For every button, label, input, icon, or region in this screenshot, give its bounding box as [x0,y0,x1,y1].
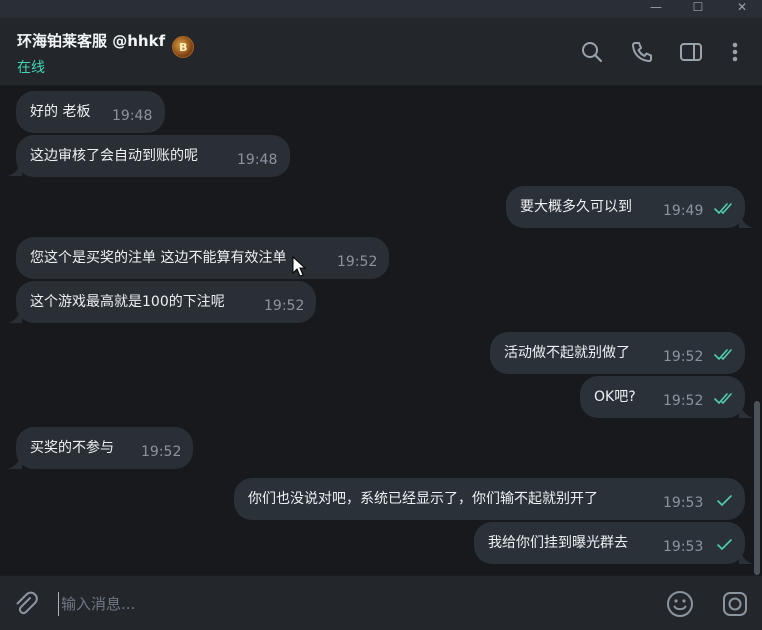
read-checkmarks-icon [714,349,732,361]
read-checkmarks-icon [714,203,732,215]
message-time: 19:49 [663,203,704,219]
emoji-icon[interactable] [665,589,695,619]
message-time: 19:48 [112,108,153,124]
message-text: 买奖的不参与 [30,440,114,456]
message-incoming[interactable]: 这边审核了会自动到账的呢 19:48 [16,135,290,177]
message-input[interactable]: 输入消息... [58,592,638,616]
sent-checkmark-icon [717,495,732,507]
message-outgoing[interactable]: 要大概多久可以到 19:49 [506,186,745,228]
message-time: 19:52 [141,444,182,460]
message-incoming[interactable]: 您这个是买奖的注单 这边不能算有效注单 19:52 [16,237,389,279]
read-checkmarks-icon [714,393,732,405]
contact-handle: @hhkf [112,32,166,50]
message-time: 19:52 [264,298,305,314]
message-text: 你们也没说对吧，系统已经显示了，你们输不起就别开了 [248,491,598,507]
phone-icon[interactable] [628,38,656,66]
message-list[interactable]: 好的 老板 19:48 这边审核了会自动到账的呢 19:48 要大概多久可以到 … [0,87,762,575]
message-outgoing[interactable]: 你们也没说对吧，系统已经显示了，你们输不起就别开了 19:53 [234,478,745,520]
message-text: 我给你们挂到曝光群去 [488,535,628,551]
bubble-tail [739,404,753,418]
message-incoming[interactable]: 买奖的不参与 19:52 [16,427,193,469]
message-time: 19:52 [663,349,704,365]
message-outgoing[interactable]: 我给你们挂到曝光群去 19:53 [474,522,745,564]
message-time: 19:53 [663,539,704,555]
more-vertical-icon[interactable] [721,38,749,66]
sent-checkmark-icon [717,539,732,551]
message-composer: 输入消息... [0,575,762,630]
message-outgoing[interactable]: 活动做不起就别做了 19:52 [490,332,745,374]
message-text: OK吧? [594,389,636,405]
close-button[interactable]: ✕ [722,0,762,18]
message-text: 这边审核了会自动到账的呢 [30,148,198,164]
bubble-tail [739,550,753,564]
message-incoming[interactable]: 这个游戏最高就是100的下注呢 19:52 [16,281,316,323]
attach-icon[interactable] [12,590,40,618]
emoji-badge-icon: B [172,36,195,58]
message-text: 要大概多久可以到 [520,199,632,215]
online-status: 在线 [17,60,45,76]
mouse-cursor-icon [292,256,306,277]
message-time: 19:48 [237,152,278,168]
window-titlebar: — ☐ ✕ [0,0,762,18]
message-text: 好的 老板 [30,104,91,120]
contact-display-name: 环海铂莱客服 [17,32,108,50]
search-icon[interactable] [578,38,606,66]
sidebar-toggle-icon[interactable] [677,38,705,66]
chat-scrollbar[interactable] [754,401,760,575]
message-incoming[interactable]: 好的 老板 19:48 [16,91,165,133]
contact-name[interactable]: 环海铂莱客服 @hhkf B [17,30,195,58]
message-time: 19:53 [663,495,704,511]
chat-header: 环海铂莱客服 @hhkf B 在线 [0,18,762,86]
message-time: 19:52 [337,254,378,270]
message-text: 这个游戏最高就是100的下注呢 [30,294,225,310]
message-text: 活动做不起就别做了 [504,345,630,361]
minimize-button[interactable]: — [636,0,676,18]
message-outgoing[interactable]: OK吧? 19:52 [580,376,745,418]
message-text: 您这个是买奖的注单 这边不能算有效注单 [30,250,287,266]
maximize-button[interactable]: ☐ [678,0,718,18]
camera-icon[interactable] [720,589,750,619]
bubble-tail [739,214,753,228]
message-time: 19:52 [663,393,704,409]
